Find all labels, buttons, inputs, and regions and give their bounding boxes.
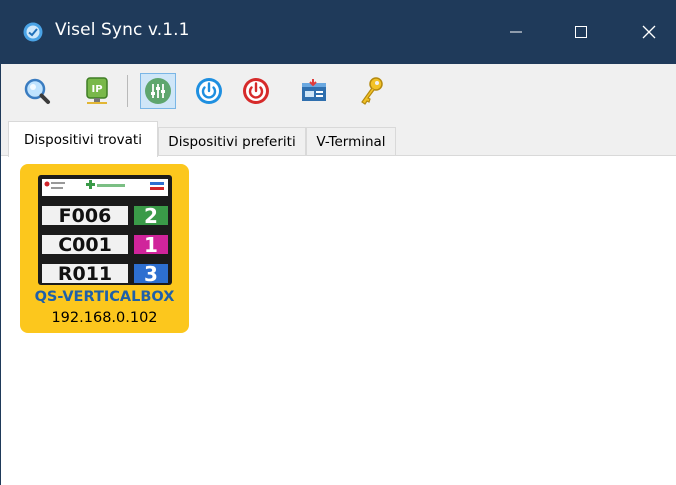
window-title: Visel Sync v.1.1 xyxy=(55,20,190,40)
preview-number: 1 xyxy=(134,235,168,255)
set-ip-button[interactable]: IP xyxy=(79,73,115,109)
tab-dispositivi-trovati[interactable]: Dispositivi trovati xyxy=(8,121,158,157)
device-preview-screen: F006 2 C001 1 R011 3 xyxy=(38,175,172,285)
tab-v-terminal[interactable]: V-Terminal xyxy=(306,127,396,155)
pharmacy-logo-icon xyxy=(44,180,164,190)
maximize-button[interactable] xyxy=(553,0,609,64)
preview-number: 3 xyxy=(134,264,168,284)
magnifier-icon xyxy=(24,78,50,104)
search-devices-button[interactable] xyxy=(19,73,55,109)
ip-icon: IP xyxy=(86,77,108,104)
device-name: QS-VERTICALBOX xyxy=(34,289,175,305)
preview-code: R011 xyxy=(42,264,128,284)
minimize-button[interactable] xyxy=(488,0,544,64)
power-off-icon xyxy=(243,78,269,104)
tab-dispositivi-preferiti[interactable]: Dispositivi preferiti xyxy=(158,127,306,155)
toolbar-separator xyxy=(127,75,128,107)
close-icon xyxy=(642,25,656,39)
sliders-icon xyxy=(145,78,171,104)
app-logo-icon xyxy=(23,22,43,42)
toolbar: IP xyxy=(1,64,676,120)
tab-label: Dispositivi preferiti xyxy=(168,133,296,150)
power-on-icon xyxy=(196,78,222,104)
preview-code: F006 xyxy=(42,206,128,226)
preview-number: 2 xyxy=(134,206,168,226)
device-ip: 192.168.0.102 xyxy=(51,310,158,326)
key-icon xyxy=(361,77,383,105)
tab-label: V-Terminal xyxy=(316,133,386,150)
settings-button[interactable] xyxy=(140,73,176,109)
tab-label: Dispositivi trovati xyxy=(24,131,142,148)
license-key-button[interactable] xyxy=(353,73,389,109)
network-config-button[interactable] xyxy=(296,73,332,109)
power-on-button[interactable] xyxy=(191,73,227,109)
svg-text:IP: IP xyxy=(91,84,102,95)
preview-code: C001 xyxy=(42,235,128,255)
maximize-icon xyxy=(575,26,587,38)
network-card-icon xyxy=(302,79,326,101)
preview-header xyxy=(42,179,168,196)
device-tile[interactable]: F006 2 C001 1 R011 3 QS-VERTICALBOX 192.… xyxy=(20,164,189,333)
minimize-icon xyxy=(510,31,522,33)
app-window: Visel Sync v.1.1 IP Dispositivi trovati … xyxy=(0,0,676,485)
title-bar[interactable]: Visel Sync v.1.1 xyxy=(1,0,676,64)
power-off-button[interactable] xyxy=(238,73,274,109)
close-button[interactable] xyxy=(621,0,676,64)
